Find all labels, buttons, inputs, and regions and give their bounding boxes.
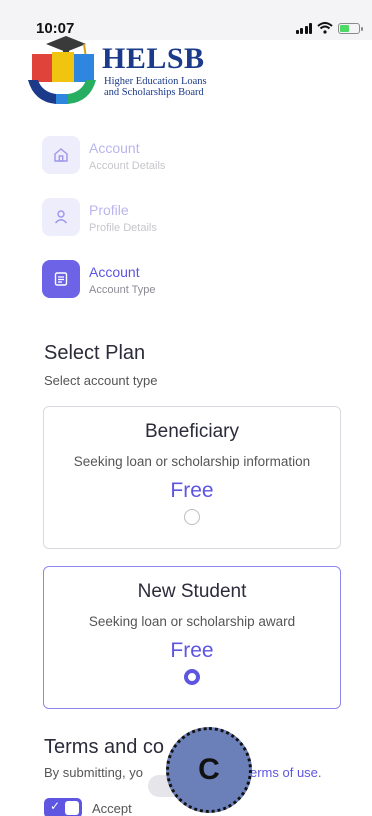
accept-label: Accept [92, 800, 132, 816]
signal-icon [295, 22, 312, 34]
plan-name: Beneficiary [145, 421, 239, 442]
step-title: Account [89, 140, 140, 156]
plan-price: Free [170, 639, 214, 662]
step-subtitle: Profile Details [89, 222, 157, 234]
select-plan-subtitle: Select account type [44, 373, 158, 388]
step-account-type[interactable]: Account Account Type [42, 260, 322, 322]
overlay-badge-c: C [166, 727, 252, 813]
plan-name: New Student [137, 581, 247, 602]
terms-title-start: Terms and co [44, 736, 165, 758]
accept-terms[interactable]: Accept [44, 798, 132, 816]
logo-subtitle-line2: and Scholarships Board [104, 87, 204, 98]
step-title: Profile [89, 202, 129, 218]
plan-card-new-student[interactable]: New Student Seeking loan or scholarship … [43, 566, 341, 709]
step-subtitle: Account Type [89, 284, 156, 296]
step-account-details[interactable]: Account Account Details [42, 136, 322, 198]
logo-subtitle: Higher Education Loans and Scholarships … [104, 76, 207, 98]
status-icons [295, 22, 363, 34]
plan-price: Free [170, 479, 214, 502]
plan-card-beneficiary[interactable]: Beneficiary Seeking loan or scholarship … [43, 406, 341, 549]
registration-stepper: Account Account Details Profile Profile … [42, 136, 322, 322]
plan-radio-new-student[interactable] [184, 669, 200, 685]
document-icon [42, 260, 80, 298]
plan-description: Seeking loan or scholarship information [73, 454, 311, 469]
terms-of-use-link[interactable]: erms of use. [250, 765, 322, 780]
battery-icon [338, 22, 363, 34]
step-subtitle: Account Details [89, 160, 166, 172]
accept-checkbox[interactable] [44, 798, 82, 816]
helsb-logo: HELSB Higher Education Loans and Scholar… [26, 32, 236, 112]
plan-description: Seeking loan or scholarship award [88, 614, 296, 629]
step-profile-details[interactable]: Profile Profile Details [42, 198, 322, 260]
user-icon [42, 198, 80, 236]
step-title: Account [89, 264, 140, 280]
home-icon [42, 136, 80, 174]
logo-title: HELSB [102, 42, 205, 75]
wifi-icon [317, 22, 333, 34]
plan-radio-beneficiary[interactable] [184, 509, 200, 525]
graduation-hands-logo-icon [28, 36, 96, 104]
terms-text: By submitting, yo [44, 765, 143, 780]
logo-subtitle-line1: Higher Education Loans [104, 76, 207, 87]
select-plan-title: Select Plan [44, 342, 146, 364]
